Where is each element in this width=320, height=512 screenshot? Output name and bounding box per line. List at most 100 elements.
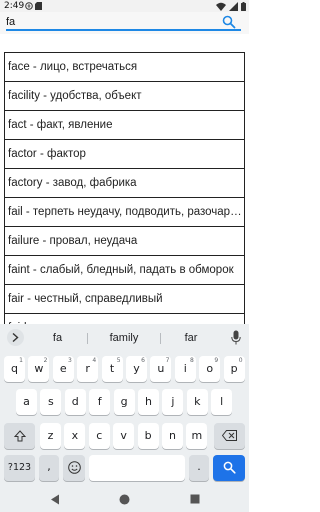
chevron-right-icon xyxy=(12,333,19,342)
space-key[interactable] xyxy=(89,455,185,481)
key-label: b xyxy=(144,429,152,442)
key-label: z xyxy=(47,429,54,442)
suggestion-1[interactable]: fa xyxy=(30,330,85,346)
signal-icon xyxy=(229,1,238,11)
key-label: m xyxy=(191,429,203,442)
key-hint: 7 xyxy=(165,357,170,364)
key-label: h xyxy=(145,395,152,408)
word-list: face - лицо, встречаться facility - удоб… xyxy=(4,52,245,324)
navigation-bar xyxy=(0,488,249,512)
key-label: j xyxy=(171,395,175,408)
symbols-key-label: ?123 xyxy=(7,462,32,473)
key-p[interactable]: 0p xyxy=(223,356,245,382)
search-underline xyxy=(6,29,241,31)
key-s[interactable]: s xyxy=(40,389,62,415)
backspace-key[interactable] xyxy=(214,423,245,449)
back-icon[interactable] xyxy=(50,494,60,505)
search-bar xyxy=(0,12,249,34)
key-q[interactable]: 1q xyxy=(4,356,25,382)
key-j[interactable]: j xyxy=(162,389,184,415)
key-h[interactable]: h xyxy=(138,389,159,415)
shift-icon xyxy=(13,430,26,442)
key-label: a xyxy=(23,395,30,408)
suggestion-3[interactable]: far xyxy=(160,330,222,346)
key-r[interactable]: 4r xyxy=(77,356,99,382)
home-icon[interactable] xyxy=(119,494,130,505)
system-icons xyxy=(216,1,246,11)
key-label: d xyxy=(71,395,79,408)
key-y[interactable]: 6y xyxy=(126,356,147,382)
key-label: k xyxy=(194,395,201,408)
period-key[interactable]: . xyxy=(189,455,209,481)
expand-suggestions-button[interactable] xyxy=(7,329,24,346)
period-key-label: . xyxy=(197,460,201,473)
key-z[interactable]: z xyxy=(40,423,61,449)
key-hint: 5 xyxy=(116,357,121,364)
status-time: 2:49 xyxy=(4,1,25,11)
search-icon[interactable] xyxy=(222,15,236,29)
key-a[interactable]: a xyxy=(16,389,37,415)
list-item[interactable]: face - лицо, встречаться xyxy=(4,52,245,81)
key-i[interactable]: 8i xyxy=(174,356,196,382)
symbols-key[interactable]: ?123 xyxy=(4,455,35,481)
wifi-icon xyxy=(216,2,226,11)
comma-key-label: , xyxy=(47,460,51,473)
key-o[interactable]: 9o xyxy=(199,356,221,382)
emoji-key[interactable] xyxy=(63,455,85,481)
list-item[interactable]: failure - провал, неудача xyxy=(4,226,245,255)
key-label: n xyxy=(169,429,176,442)
key-c[interactable]: c xyxy=(88,423,110,449)
key-m[interactable]: m xyxy=(186,423,208,449)
key-d[interactable]: d xyxy=(64,389,86,415)
list-item[interactable]: fairly - довольно-таки, достаточно xyxy=(4,313,245,324)
key-hint: 0 xyxy=(238,357,243,364)
key-w[interactable]: 2w xyxy=(28,356,50,382)
key-u[interactable]: 7u xyxy=(150,356,172,382)
search-action-key[interactable] xyxy=(213,455,245,481)
keyboard: fa family far ?123 , . 1 q 2 w 3 e 4 r 5… xyxy=(0,324,249,488)
cast-icon xyxy=(25,2,33,10)
key-label: x xyxy=(71,429,79,442)
key-hint: 3 xyxy=(67,357,72,364)
key-label: v xyxy=(120,429,127,442)
list-item[interactable]: faint - слабый, бледный, падать в обморо… xyxy=(4,255,245,284)
battery-icon xyxy=(241,1,246,11)
key-hint: 1 xyxy=(19,357,23,364)
key-e[interactable]: 3e xyxy=(52,356,74,382)
key-hint: 2 xyxy=(43,357,48,364)
list-item[interactable]: facility - удобства, объект xyxy=(4,81,245,110)
key-n[interactable]: n xyxy=(162,423,183,449)
key-x[interactable]: x xyxy=(64,423,86,449)
key-label: l xyxy=(220,395,224,408)
recents-icon[interactable] xyxy=(190,494,200,504)
key-hint: 8 xyxy=(189,357,194,364)
list-item[interactable]: fail - терпеть неудачу, подводить, разоч… xyxy=(4,197,245,226)
key-l[interactable]: l xyxy=(211,389,233,415)
emoji-icon xyxy=(67,461,81,474)
backspace-icon xyxy=(221,430,237,441)
search-action-icon xyxy=(223,461,236,474)
key-t[interactable]: 5t xyxy=(101,356,123,382)
suggestion-2[interactable]: family xyxy=(88,330,160,346)
status-bar: 2:49 xyxy=(0,0,249,12)
list-item[interactable]: factor - фактор xyxy=(4,139,245,168)
shift-key[interactable] xyxy=(4,423,35,449)
key-hint: 4 xyxy=(92,357,97,364)
notification-icons xyxy=(25,1,42,11)
key-label: g xyxy=(120,395,128,408)
key-b[interactable]: b xyxy=(137,423,159,449)
sd-card-icon xyxy=(35,2,42,10)
key-label: c xyxy=(96,429,103,442)
list-item[interactable]: factory - завод, фабрика xyxy=(4,168,245,197)
key-hint: 6 xyxy=(141,357,145,364)
key-label: f xyxy=(97,395,102,408)
key-f[interactable]: f xyxy=(89,389,111,415)
list-item[interactable]: fact - факт, явление xyxy=(4,110,245,139)
key-g[interactable]: g xyxy=(113,389,135,415)
search-input[interactable] xyxy=(6,14,221,29)
key-v[interactable]: v xyxy=(113,423,135,449)
comma-key[interactable]: , xyxy=(39,455,59,481)
mic-icon[interactable] xyxy=(231,330,241,345)
key-k[interactable]: k xyxy=(186,389,208,415)
list-item[interactable]: fair - честный, справедливый xyxy=(4,284,245,313)
